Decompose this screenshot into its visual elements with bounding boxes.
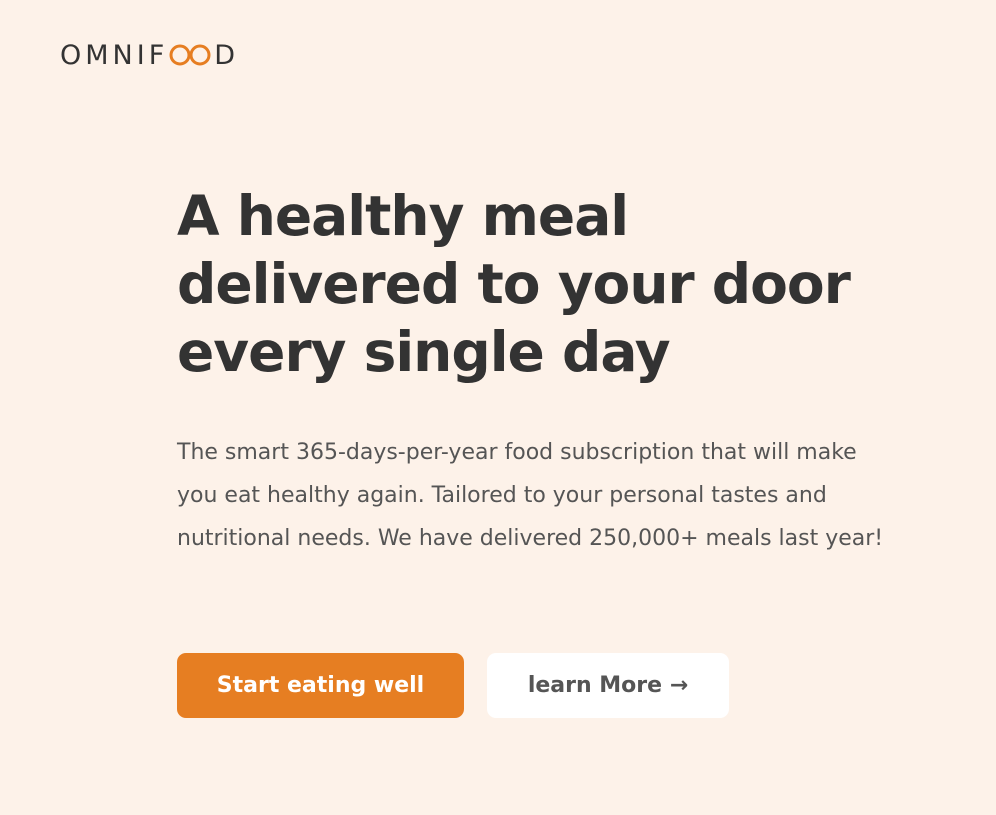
hero-title-line-2: delivered to your door [177, 252, 851, 316]
hero-section: A healthy meal delivered to your door ev… [177, 182, 937, 560]
hero-title: A healthy meal delivered to your door ev… [177, 182, 937, 386]
hero-actions: Start eating well learn More → [177, 653, 729, 718]
start-eating-well-button[interactable]: Start eating well [177, 653, 464, 718]
hero-description: The smart 365-days-per-year food subscri… [177, 440, 884, 551]
logo-text-prefix: OMNIF [60, 39, 169, 71]
hero-title-line-3: every single day [177, 320, 671, 384]
hero-title-line-1: A healthy meal [177, 184, 629, 248]
omnifood-logo[interactable]: OMNIF D [60, 40, 239, 71]
learn-more-button[interactable]: learn More → [487, 653, 729, 718]
site-header: OMNIF D [60, 37, 239, 73]
infinity-icon [169, 44, 211, 66]
logo-text-suffix: D [214, 39, 240, 71]
